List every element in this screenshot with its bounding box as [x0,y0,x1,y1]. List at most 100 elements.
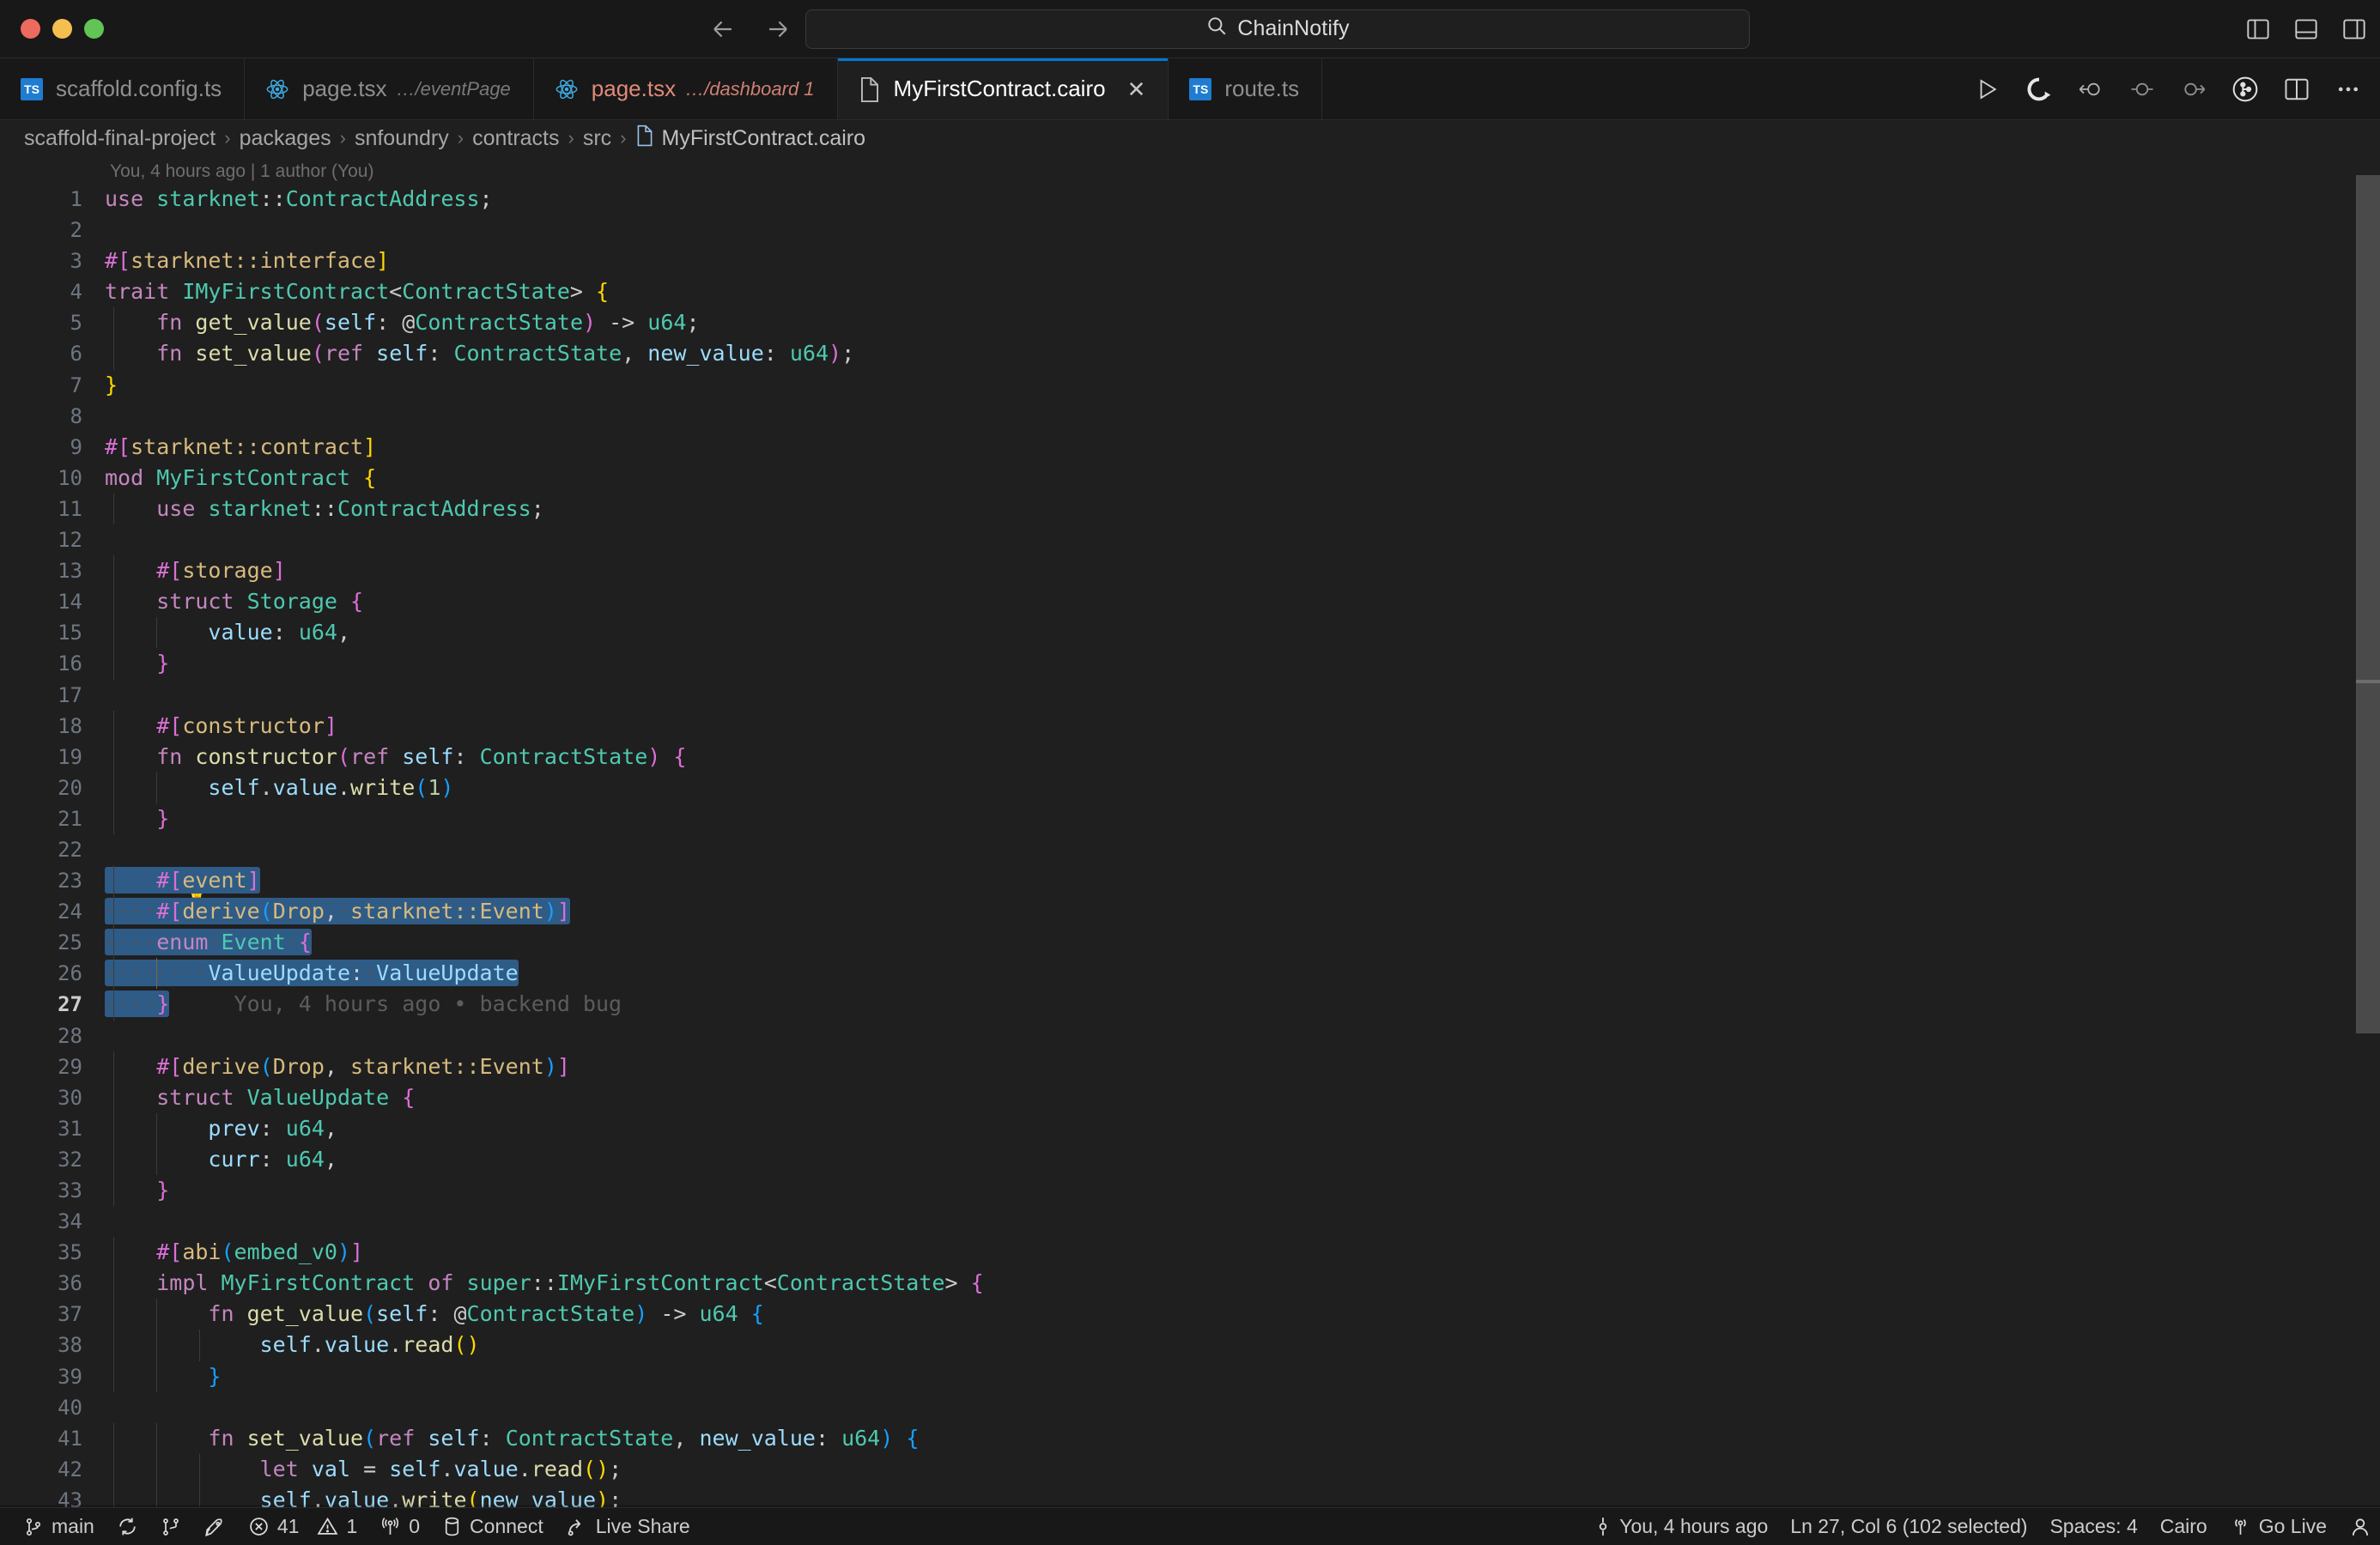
code-line[interactable]: 12 [0,524,2380,555]
back-arrow-icon[interactable] [708,15,738,44]
code-line[interactable]: 35 #[abi(embed_v0)] [0,1237,2380,1269]
code-line[interactable]: 36 impl MyFirstContract of super::IMyFir… [0,1268,2380,1300]
editor-vertical-scrollbar[interactable] [2356,156,2380,1507]
code-line[interactable]: 32 curr: u64, [0,1143,2380,1175]
code-line[interactable]: 2 [0,215,2380,245]
debug-alt-icon[interactable] [2231,75,2260,104]
code-line[interactable]: 1 use starknet::ContractAddress; [0,184,2380,215]
code-line[interactable]: 38 self.value.read() [0,1330,2380,1361]
status-go-live[interactable]: Go Live [2219,1508,2338,1545]
status-cursor-position[interactable]: Ln 27, Col 6 (102 selected) [1779,1508,2038,1545]
search-icon [1205,15,1228,43]
navigation-arrows[interactable] [708,15,792,44]
code-line[interactable]: 33 } [0,1175,2380,1207]
split-editor-icon[interactable] [2282,75,2311,104]
status-accounts[interactable] [2338,1508,2375,1545]
code-line[interactable]: 23 💡 #[event] [0,865,2380,906]
status-live-share[interactable]: Live Share [555,1508,701,1545]
breadcrumb-item-4[interactable]: src [583,126,611,151]
forward-arrow-icon[interactable] [763,15,792,44]
code-line[interactable]: 17 [0,680,2380,711]
status-language-mode[interactable]: Cairo [2149,1508,2219,1545]
code-line[interactable]: 28 [0,1021,2380,1051]
code-line[interactable]: 41 fn set_value(ref self: ContractState,… [0,1422,2380,1454]
layout-panel-left-icon[interactable] [2244,15,2272,43]
code-line[interactable]: 3 #[starknet::interface] [0,245,2380,276]
code-line[interactable]: 8 [0,401,2380,432]
tab-myfirstcontract-cairo[interactable]: MyFirstContract.cairo ✕ [837,58,1169,119]
breadcrumb-file[interactable]: MyFirstContract.cairo [635,124,865,153]
tab-description: …/eventPage [396,77,511,100]
window-controls[interactable] [0,19,104,39]
titlebar-layout-controls[interactable] [2244,15,2368,43]
breadcrumb-item-1[interactable]: packages [240,126,331,151]
code-line[interactable]: 34 [0,1206,2380,1237]
step-back-icon[interactable] [2076,75,2105,104]
cairo-run-icon[interactable] [2025,75,2054,104]
code-line[interactable]: 14 struct Storage { [0,586,2380,618]
code-line[interactable]: 37 fn get_value(self: @ContractState) ->… [0,1299,2380,1330]
step-over-icon[interactable] [2179,75,2208,104]
code-line[interactable]: 18 #[constructor] [0,710,2380,742]
code-line[interactable]: 16 } [0,648,2380,680]
code-line[interactable]: 5 fn get_value(self: @ContractState) -> … [0,307,2380,339]
run-icon[interactable] [1973,75,2002,104]
breadcrumb-separator-icon: › [339,127,346,148]
code-line[interactable]: 24 ····#[derive(Drop,·starknet::Event)] [0,896,2380,928]
code-line[interactable]: 6 fn set_value(ref self: ContractState, … [0,338,2380,370]
layout-panel-right-icon[interactable] [2341,15,2368,43]
code-line[interactable]: 39 } [0,1360,2380,1392]
more-actions-icon[interactable] [2334,75,2363,104]
code-line[interactable]: 13 #[storage] [0,555,2380,587]
code-line[interactable]: 4 trait IMyFirstContract<ContractState> { [0,276,2380,307]
breadcrumb-item-0[interactable]: scaffold-final-project [24,126,216,151]
status-rocket[interactable] [192,1508,237,1545]
status-git-blame[interactable]: You, 4 hours ago [1583,1508,1779,1545]
code-line[interactable]: 19 fn constructor(ref self: ContractStat… [0,741,2380,772]
step-into-icon[interactable] [2128,75,2157,104]
tab-page-tsx-dashboard[interactable]: page.tsx …/dashboard 1 [533,58,838,119]
status-problems[interactable]: 41 1 [237,1508,368,1545]
status-connect[interactable]: Connect [431,1508,555,1545]
status-bar-left: main 41 1 0 Connect Live Share [0,1508,701,1545]
code-line[interactable]: 20 self.value.write(1) [0,772,2380,803]
code-line[interactable]: 7} [0,370,2380,401]
code-line[interactable]: 26 ········ValueUpdate:·ValueUpdate [0,958,2380,990]
maximize-window-button[interactable] [84,19,104,39]
code-line[interactable]: 9 #[starknet::contract] [0,432,2380,463]
code-line[interactable]: 29 #[derive(Drop, starknet::Event)] [0,1051,2380,1082]
tab-route-ts[interactable]: TS route.ts [1169,58,1323,119]
status-branch[interactable]: main [12,1508,106,1545]
code-line[interactable]: 40 [0,1392,2380,1423]
scrollbar-thumb[interactable] [2356,175,2380,1033]
tab-scaffold-config-ts[interactable]: TS scaffold.config.ts [0,58,246,119]
code-line[interactable]: 42 let val = self.value.read(); [0,1453,2380,1485]
code-line[interactable]: 27 ····} You, 4 hours ago • backend bug [0,989,2380,1021]
code-line[interactable]: 15 value: u64, [0,617,2380,649]
code-line[interactable]: 21 } [0,803,2380,834]
tab-page-tsx-eventpage[interactable]: page.tsx …/eventPage [245,58,534,119]
line-number: 38 [58,1333,82,1358]
code-line[interactable]: 25 ····enum·Event·{ [0,927,2380,959]
status-git-graph[interactable] [149,1508,192,1545]
code-line[interactable]: 30 struct ValueUpdate { [0,1082,2380,1113]
breadcrumb[interactable]: scaffold-final-project › packages › snfo… [0,120,2380,156]
code-line[interactable]: 11 use starknet::ContractAddress; [0,493,2380,525]
minimize-window-button[interactable] [52,19,72,39]
editor[interactable]: You, 4 hours ago | 1 author (You) 1 use s… [0,156,2380,1507]
tab-close-icon[interactable]: ✕ [1127,78,1146,100]
status-indentation[interactable]: Spaces: 4 [2038,1508,2148,1545]
layout-panel-bottom-icon[interactable] [2292,15,2320,43]
breadcrumb-item-2[interactable]: snfoundry [355,126,449,151]
editor-action-bar[interactable] [1973,75,2363,104]
command-center[interactable]: ChainNotify [805,9,1750,49]
code-line[interactable]: 31 prev: u64, [0,1112,2380,1144]
status-ports[interactable]: 0 [368,1508,431,1545]
status-sync[interactable] [106,1508,149,1545]
code-content[interactable]: 1 use starknet::ContractAddress; 2 3 #[sta… [0,184,2380,1507]
breadcrumb-item-3[interactable]: contracts [472,126,559,151]
code-line[interactable]: 10 mod MyFirstContract { [0,463,2380,494]
close-window-button[interactable] [21,19,40,39]
line-number: 27 [58,992,82,1017]
code-line[interactable]: 22 [0,834,2380,865]
